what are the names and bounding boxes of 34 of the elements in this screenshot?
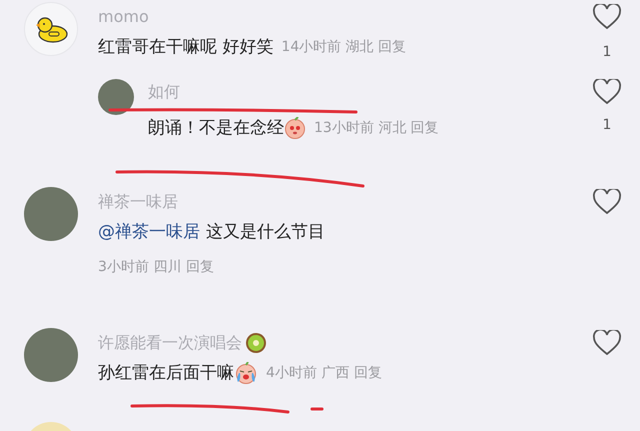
comment-text: 红雷哥在干嘛呢 好好笑 [98, 36, 274, 59]
reply-link[interactable]: 回复 [378, 39, 406, 55]
heart-icon [593, 79, 621, 105]
comment-text: 朗诵！不是在念经 [148, 117, 284, 140]
comment-time-location: 3小时前 四川 [98, 259, 182, 275]
like-button[interactable] [593, 79, 621, 105]
like-count: 1 [602, 116, 612, 135]
avatar-photo-placeholder[interactable] [24, 328, 78, 382]
like-button[interactable] [593, 330, 621, 356]
username[interactable]: 如何 [148, 81, 180, 103]
comment-time-location: 14小时前 湖北 [281, 39, 374, 55]
heart-icon [593, 4, 621, 30]
peach-face-icon [284, 117, 306, 139]
username[interactable]: 禅茶一味居 [98, 191, 178, 213]
avatar-photo-placeholder[interactable] [24, 187, 78, 241]
comment-time-location: 4小时前 广西 [266, 365, 350, 381]
heart-icon [593, 330, 621, 356]
avatar-photo-placeholder[interactable] [98, 79, 134, 115]
mention-link[interactable]: @禅茶一味居 [98, 219, 200, 245]
like-button[interactable] [593, 4, 621, 30]
kiwi-icon [245, 332, 267, 354]
crying-face-icon [234, 362, 258, 384]
comment-time-location: 13小时前 河北 [314, 120, 406, 136]
like-count: 1 [602, 43, 612, 62]
reply-link[interactable]: 回复 [354, 365, 382, 381]
reply-link[interactable]: 回复 [410, 120, 439, 136]
comment-text: 孙红雷在后面干嘛 [98, 362, 234, 385]
reply-link[interactable]: 回复 [186, 259, 214, 275]
username[interactable]: 许愿能看一次演唱会 [98, 332, 242, 354]
hand-drawn-underline [310, 406, 324, 412]
username[interactable]: momo [98, 6, 149, 28]
comment-text: 这又是什么节目 [206, 221, 325, 244]
heart-icon [593, 189, 621, 215]
like-button[interactable] [593, 189, 621, 215]
